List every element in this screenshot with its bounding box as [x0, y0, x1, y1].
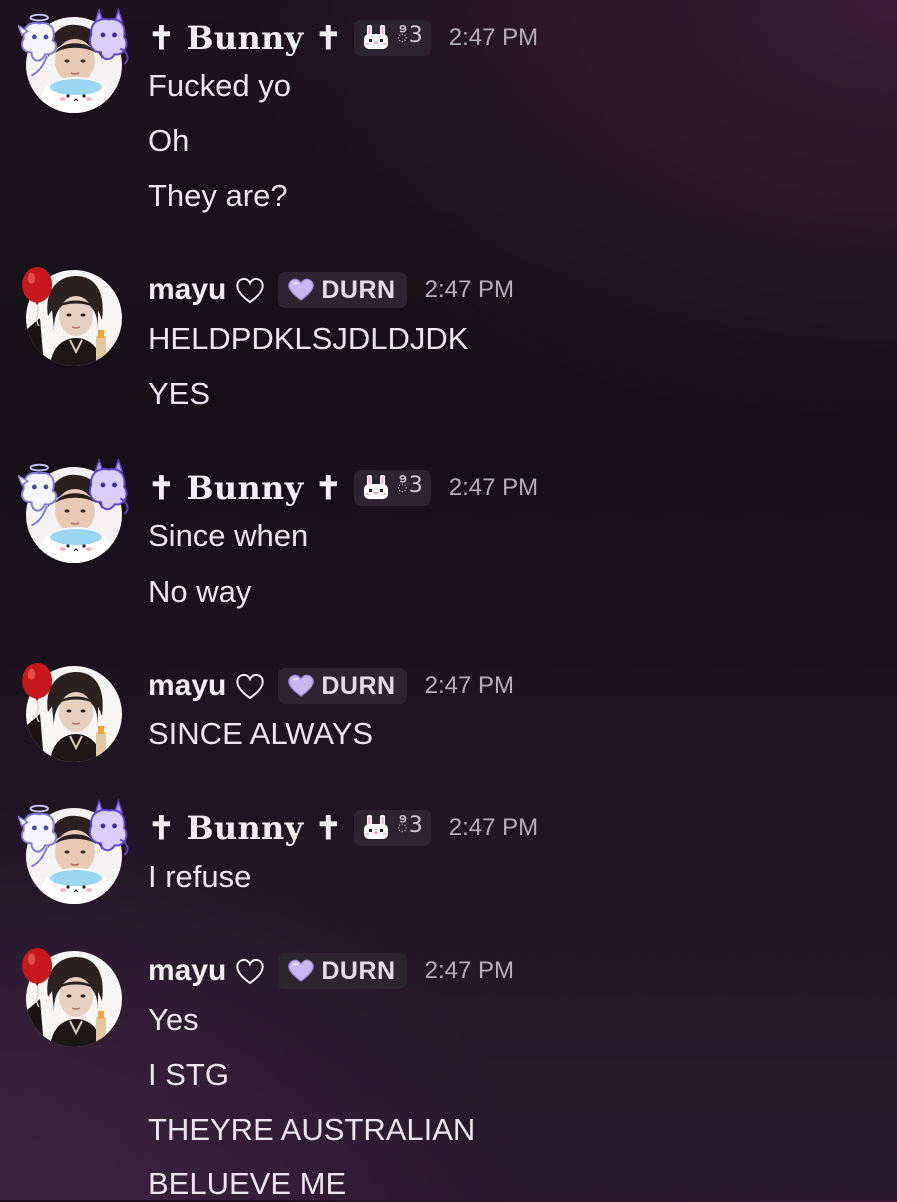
message-text: I refuse: [148, 859, 252, 894]
server-tag-label: ి3: [396, 473, 423, 498]
server-tag[interactable]: DURN: [278, 272, 407, 308]
avatar[interactable]: [26, 666, 122, 762]
timestamp: 2:47 PM: [448, 474, 539, 501]
bunny-face-icon: [362, 24, 390, 52]
author-name[interactable]: ✝ Bunny ✝: [148, 19, 342, 57]
purple-heart-icon: [287, 959, 315, 983]
message-text: THEYRE AUSTRALIAN: [148, 1112, 476, 1147]
heart-outline-icon: [236, 958, 265, 985]
server-tag-label: DURN: [321, 671, 396, 700]
author-name[interactable]: ✝ Bunny ✝: [148, 809, 342, 847]
message-text: HELDPDKLSJDLDJDK: [148, 321, 469, 356]
author-name[interactable]: mayu: [148, 954, 226, 988]
chat-message-list: ✝ Bunny ✝ ి3 2:47 PM Fucked yo Oh They a…: [0, 0, 897, 1201]
avatar[interactable]: [26, 17, 122, 113]
author-name[interactable]: ✝ Bunny ✝: [148, 469, 342, 507]
purple-heart-icon: [287, 278, 315, 302]
server-tag[interactable]: ి3: [354, 810, 431, 846]
message-text: Yes: [148, 1002, 199, 1037]
message-text: I STG: [148, 1057, 229, 1092]
heart-outline-icon: [236, 673, 265, 700]
timestamp: 2:47 PM: [448, 814, 539, 841]
purple-heart-icon: [287, 674, 315, 698]
message-text: No way: [148, 574, 252, 609]
message-text: SINCE ALWAYS: [148, 716, 374, 751]
message-text: Fucked yo: [148, 68, 292, 103]
message-text: They are?: [148, 178, 288, 213]
message-text: Since when: [148, 518, 309, 553]
avatar[interactable]: [26, 808, 122, 904]
server-tag-label: ి3: [396, 813, 423, 838]
message-text: BELUEVE ME: [148, 1166, 347, 1201]
server-tag[interactable]: DURN: [278, 953, 407, 989]
author-name[interactable]: mayu: [148, 273, 226, 307]
timestamp: 2:47 PM: [424, 672, 514, 699]
bunny-face-icon: [362, 814, 390, 842]
avatar[interactable]: [26, 270, 122, 366]
author-name[interactable]: mayu: [148, 669, 226, 703]
message-text: Oh: [148, 123, 190, 158]
heart-outline-icon: [236, 277, 265, 304]
server-tag-label: DURN: [321, 275, 396, 304]
bunny-face-icon: [362, 474, 390, 502]
server-tag-label: DURN: [321, 956, 396, 985]
server-tag[interactable]: ి3: [354, 20, 431, 56]
timestamp: 2:47 PM: [424, 957, 514, 984]
server-tag-label: ి3: [396, 23, 423, 48]
server-tag[interactable]: DURN: [278, 668, 407, 704]
timestamp: 2:47 PM: [424, 276, 514, 303]
timestamp: 2:47 PM: [448, 24, 539, 51]
server-tag[interactable]: ి3: [354, 470, 431, 506]
avatar[interactable]: [26, 467, 122, 563]
message-text: YES: [148, 376, 211, 411]
avatar[interactable]: [26, 951, 122, 1047]
